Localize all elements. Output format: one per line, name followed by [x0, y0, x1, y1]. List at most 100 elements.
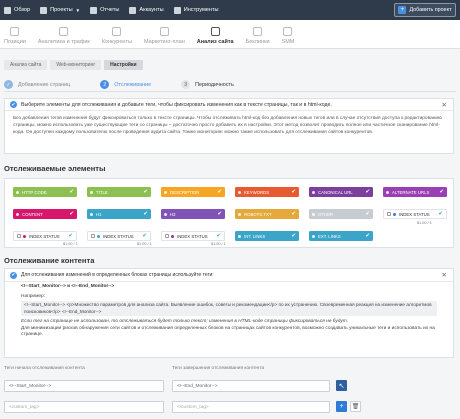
info-panel: ✔ Выберите элементы для отслеживания и д…	[4, 98, 454, 154]
positions-icon	[10, 27, 20, 36]
checkbox-icon	[387, 212, 391, 216]
price-label: $1.00 / 1	[417, 221, 432, 225]
analytics-icon	[59, 27, 69, 36]
tag-h2[interactable]: H2 ✔	[161, 209, 225, 219]
tag-title[interactable]: TITLE ✔	[87, 187, 151, 197]
tab-competitors[interactable]: Конкуренты	[102, 27, 132, 45]
nav-tools[interactable]: Инструменты	[173, 6, 219, 14]
price-label: $1.00 / 1	[137, 242, 152, 246]
cursor-icon: ↖	[336, 380, 347, 391]
report-icon	[90, 6, 98, 14]
add-tag-button[interactable]: +	[336, 401, 347, 412]
tab-site-analysis[interactable]: Анализ сайта	[197, 27, 234, 45]
users-icon	[129, 6, 137, 14]
check-icon: ✔	[217, 189, 222, 195]
price-label: $1.00 / 1	[211, 242, 226, 246]
tab-backlinks[interactable]: Беклинки	[246, 27, 270, 45]
dot-icon	[312, 190, 315, 194]
tag-index-status[interactable]: INDEX STATUS ✔	[13, 231, 77, 241]
dot-icon	[312, 212, 315, 216]
checkbox-icon	[17, 234, 21, 238]
dot-icon	[16, 212, 19, 216]
check-icon: ✔	[291, 233, 296, 239]
tag-alternate-urls[interactable]: ALTERNATE URLS ✔	[383, 187, 447, 197]
tag-index-status[interactable]: INDEX STATUS ✔	[383, 209, 447, 219]
step-tracking[interactable]: 2 Отслеживание	[100, 80, 151, 89]
tag-robots-txt[interactable]: ROBOTS.TXT ✔	[235, 209, 299, 219]
checkbox-icon	[165, 234, 169, 238]
nav-accounts[interactable]: Аккаунты	[129, 6, 164, 14]
end-tags-label: Теги завершения отслеживания контента	[172, 366, 265, 371]
breadcrumb-settings: Настройки	[104, 60, 143, 70]
content-tracking-title: Отслеживание контента	[4, 256, 95, 265]
tab-smm[interactable]: SMM	[282, 27, 294, 45]
check-icon: ✔	[365, 189, 370, 195]
check-icon: ✔	[365, 233, 370, 239]
tag-description[interactable]: DESCRIPTION ✔	[161, 187, 225, 197]
competitors-icon	[112, 27, 122, 36]
step-add-pages[interactable]: ✓ Добавление страниц	[4, 80, 70, 89]
smm-icon	[283, 27, 293, 36]
check-icon: ✔	[142, 233, 147, 239]
check-icon: ✓	[4, 80, 13, 89]
tag-ext-links[interactable]: EXT. LINKS ✔	[309, 231, 373, 241]
chevron-down-icon: ▼	[75, 7, 81, 13]
search-engine-icon	[97, 234, 100, 238]
marketing-icon	[159, 27, 169, 36]
add-project-button[interactable]: + Добавить проект	[394, 3, 456, 17]
breadcrumb-web-monitoring[interactable]: Web-мониторинг	[50, 60, 102, 70]
check-icon: ✔	[438, 211, 443, 217]
tag-index-status[interactable]: INDEX STATUS ✔	[161, 231, 225, 241]
tag-canonical-url[interactable]: CANONICAL URL ✔	[309, 187, 373, 197]
section-tabs: Позиции Аналитика и трафик Конкуренты Ма…	[0, 20, 460, 49]
search-engine-icon	[171, 234, 174, 238]
search-engine-icon	[23, 234, 26, 238]
dot-icon	[238, 234, 241, 238]
top-navbar: Обзор Проекты ▼ Отчеты Аккаунты Инструмен…	[0, 0, 460, 20]
dot-icon	[16, 190, 19, 194]
info-icon: ✔	[10, 101, 17, 108]
nav-reports[interactable]: Отчеты	[90, 6, 119, 14]
tag-other[interactable]: OTHER ✔	[309, 209, 373, 219]
checkbox-icon	[91, 234, 95, 238]
close-icon[interactable]: ✕	[442, 101, 447, 109]
check-icon: ✔	[68, 233, 73, 239]
example-code: <!--Start_Monitor--> <p>Множество параме…	[21, 301, 437, 316]
dot-icon	[164, 212, 167, 216]
tag-int-links[interactable]: INT. LINKS ✔	[235, 231, 299, 241]
tab-marketing-plan[interactable]: Маркетинг-план	[144, 27, 185, 45]
nav-projects[interactable]: Проекты ▼	[40, 6, 81, 14]
check-icon: ✔	[217, 211, 222, 217]
tab-positions[interactable]: Позиции	[4, 27, 26, 45]
check-icon: ✔	[69, 189, 74, 195]
dot-icon	[90, 190, 93, 194]
tracked-elements-title: Отслеживаемые элементы	[4, 164, 106, 173]
end-custom-tag-input[interactable]: </custom_tag>	[172, 401, 330, 413]
trash-icon[interactable]: 🗑	[350, 401, 361, 412]
dot-icon	[90, 212, 93, 216]
info-title: Выберите элементы для отслеживания и доб…	[21, 101, 332, 108]
step-frequency[interactable]: 3 Периодичность	[181, 80, 234, 89]
check-icon: ✔	[365, 211, 370, 217]
nav-overview[interactable]: Обзор	[4, 6, 30, 14]
content-header: ✔ Для отслеживания изменений в определен…	[5, 269, 453, 282]
end-tag-input[interactable]: <!--End_Monitor-->	[172, 380, 330, 392]
check-icon: ✔	[69, 211, 74, 217]
content-tracking-panel: ✔ Для отслеживания изменений в определен…	[4, 268, 454, 358]
start-tags-label: Теги начала отслеживания контента	[4, 366, 85, 371]
tag-keywords[interactable]: KEYWORDS ✔	[235, 187, 299, 197]
example-label: Например:	[21, 293, 46, 299]
start-tag-input[interactable]: <!--Start_Monitor-->	[4, 380, 164, 392]
step-number: 2	[100, 80, 110, 89]
close-icon[interactable]: ✕	[442, 271, 447, 279]
breadcrumb-site-analysis[interactable]: Анализ сайта	[4, 60, 48, 70]
tab-analytics[interactable]: Аналитика и трафик	[38, 27, 90, 45]
info-body: Без добавления тегов изменения будут фик…	[13, 116, 442, 136]
tag-index-status[interactable]: INDEX STATUS ✔	[87, 231, 151, 241]
start-custom-tag-input[interactable]: <custom_tag>	[4, 401, 164, 413]
tag-content[interactable]: CONTENT ✔	[13, 209, 77, 219]
site-analysis-icon	[210, 27, 220, 36]
check-icon: ✔	[291, 211, 296, 217]
tag-http-code[interactable]: HTTP CODE ✔	[13, 187, 77, 197]
tag-h1[interactable]: H1 ✔	[87, 209, 151, 219]
